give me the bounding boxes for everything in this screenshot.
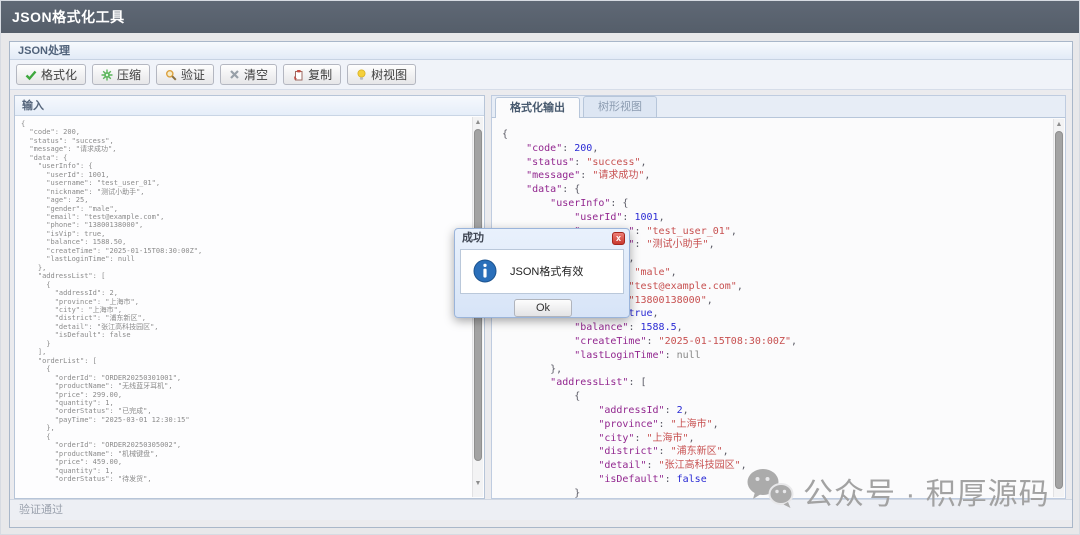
format-button[interactable]: 格式化 [16, 64, 86, 85]
window-titlebar: JSON格式化工具 [1, 1, 1080, 33]
input-panel-title: 输入 [22, 100, 44, 112]
input-panel: 输入 { "code": 200, "status": "success", "… [14, 95, 485, 499]
validate-button-label: 验证 [181, 66, 205, 83]
status-bar: 验证通过 [10, 499, 1072, 520]
tab-formatted-output-label: 格式化输出 [510, 102, 565, 114]
toolbar: 格式化 压缩 验证 清空 复制 树视图 [10, 60, 1072, 90]
treeview-button[interactable]: 树视图 [347, 64, 416, 85]
panel-header-label: JSON处理 [18, 45, 70, 57]
scroll-up-icon[interactable]: ▲ [1054, 120, 1064, 130]
panel-header: JSON处理 [10, 42, 1072, 60]
dialog-title: 成功 [462, 231, 484, 246]
treeview-button-label: 树视图 [371, 66, 407, 83]
check-icon [25, 69, 37, 81]
validate-button[interactable]: 验证 [156, 64, 214, 85]
dialog-message: JSON格式有效 [510, 263, 583, 279]
ok-button[interactable]: Ok [514, 299, 572, 317]
compress-button[interactable]: 压缩 [92, 64, 150, 85]
close-icon[interactable]: x [612, 232, 625, 245]
input-json-text[interactable]: { "code": 200, "status": "success", "mes… [15, 116, 484, 483]
output-scrollbar[interactable]: ▲ [1053, 119, 1064, 497]
clear-button-label: 清空 [244, 66, 268, 83]
copy-icon [292, 69, 304, 81]
copy-button[interactable]: 复制 [283, 64, 341, 85]
info-icon [473, 259, 497, 288]
input-editor[interactable]: { "code": 200, "status": "success", "mes… [15, 116, 484, 498]
scroll-up-icon[interactable]: ▲ [473, 118, 483, 128]
scroll-down-icon[interactable]: ▼ [473, 479, 483, 489]
output-tabstrip: 格式化输出 树形视图 [491, 95, 1066, 118]
copy-button-label: 复制 [308, 66, 332, 83]
format-button-label: 格式化 [41, 66, 77, 83]
compress-icon [101, 69, 113, 81]
success-dialog: 成功 x JSON格式有效 Ok [454, 228, 630, 318]
clear-button[interactable]: 清空 [220, 64, 277, 85]
tab-tree-view-label: 树形视图 [598, 101, 642, 113]
clear-x-icon [229, 69, 240, 80]
output-scroll-thumb[interactable] [1055, 131, 1063, 489]
compress-button-label: 压缩 [117, 66, 141, 83]
tab-formatted-output[interactable]: 格式化输出 [495, 97, 580, 118]
magnifier-icon [165, 69, 177, 81]
dialog-message-box: JSON格式有效 [460, 249, 624, 294]
tab-tree-view[interactable]: 树形视图 [583, 96, 657, 117]
app-window: JSON格式化工具 JSON处理 格式化 压缩 验证 清空 [0, 0, 1080, 535]
status-text: 验证通过 [19, 504, 63, 516]
bulb-icon [356, 69, 367, 81]
input-panel-header: 输入 [15, 96, 484, 116]
page-title: JSON格式化工具 [12, 9, 125, 25]
